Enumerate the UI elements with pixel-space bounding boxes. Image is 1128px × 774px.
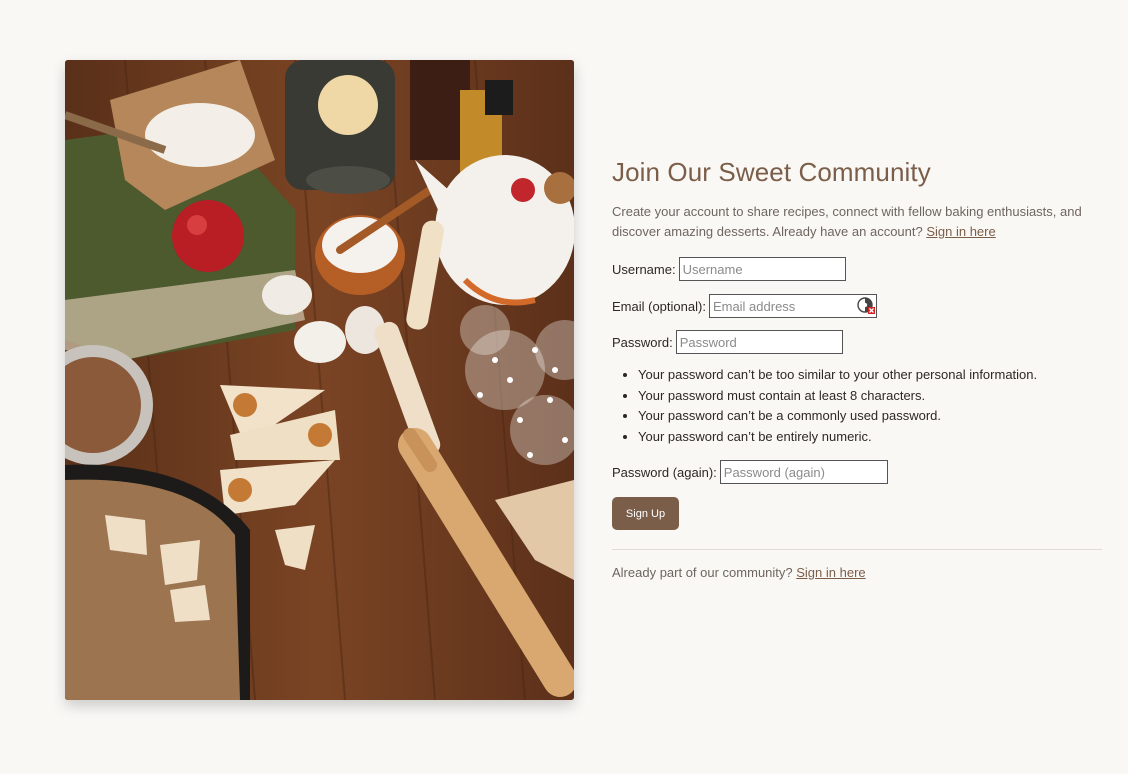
password-rule: Your password can’t be too similar to yo… bbox=[638, 365, 1102, 386]
intro-text: Create your account to share recipes, co… bbox=[612, 204, 1082, 239]
password-again-label: Password (again): bbox=[612, 464, 717, 480]
username-label: Username: bbox=[612, 261, 676, 277]
email-input[interactable] bbox=[708, 294, 877, 318]
footer-sign-in-link[interactable]: Sign in here bbox=[796, 565, 865, 580]
hero-photo bbox=[65, 60, 574, 700]
password-label: Password: bbox=[612, 334, 673, 350]
password-again-input[interactable] bbox=[719, 460, 888, 484]
page-title: Join Our Sweet Community bbox=[612, 157, 931, 187]
password-again-row: Password (again): bbox=[612, 460, 1102, 484]
password-rules-list: Your password can’t be too similar to yo… bbox=[612, 365, 1102, 447]
sign-in-link[interactable]: Sign in here bbox=[926, 224, 995, 239]
password-input[interactable] bbox=[675, 330, 843, 354]
footer-text: Already part of our community? Sign in h… bbox=[612, 565, 866, 580]
sign-up-button[interactable]: Sign Up bbox=[612, 497, 679, 530]
baking-table-illustration bbox=[65, 60, 574, 700]
divider bbox=[612, 549, 1102, 550]
signup-panel: Join Our Sweet Community Create your acc… bbox=[612, 154, 1102, 580]
password-rule: Your password can’t be entirely numeric. bbox=[638, 427, 1102, 448]
email-field-wrapper bbox=[708, 294, 877, 318]
email-row: Email (optional): bbox=[612, 294, 1102, 318]
email-label: Email (optional): bbox=[612, 298, 706, 314]
password-rule: Your password must contain at least 8 ch… bbox=[638, 386, 1102, 407]
password-manager-icon[interactable] bbox=[857, 297, 876, 315]
username-input[interactable] bbox=[678, 257, 846, 281]
signup-form: Username: Email (optional): Password: Y bbox=[612, 257, 1102, 530]
password-rule: Your password can’t be a commonly used p… bbox=[638, 406, 1102, 427]
password-row: Password: bbox=[612, 330, 1102, 354]
username-row: Username: bbox=[612, 257, 1102, 281]
